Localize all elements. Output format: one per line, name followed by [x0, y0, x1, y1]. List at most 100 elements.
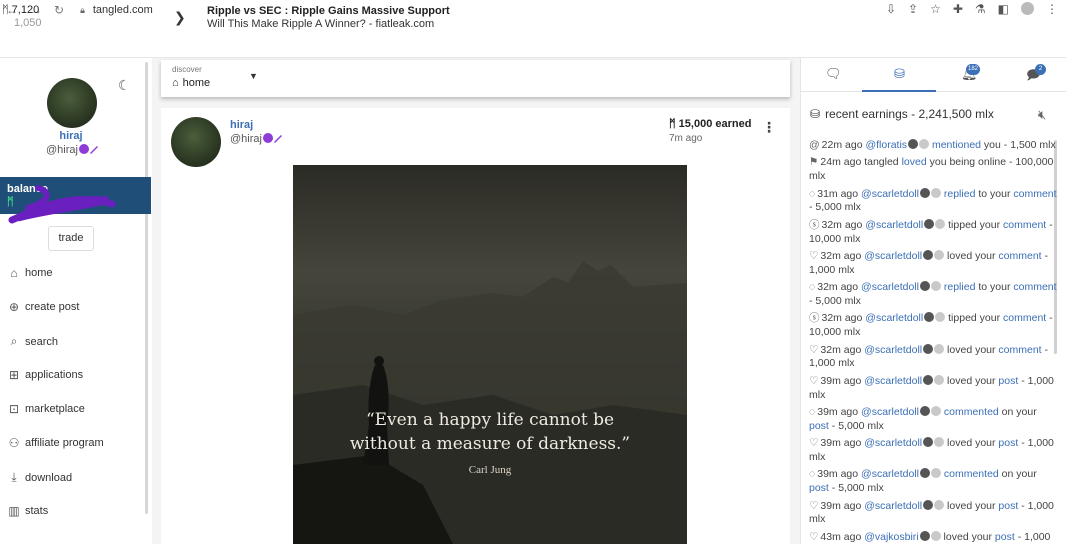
user-flair-icon — [930, 405, 941, 416]
feed-user-link[interactable]: @scarletdoll — [861, 468, 919, 480]
browser-profile-icon[interactable] — [1021, 2, 1034, 15]
feed-target-link[interactable]: comment — [998, 250, 1041, 262]
user-flair-icon — [930, 530, 941, 541]
bar-chart-icon: ▥ — [8, 504, 20, 518]
extensions-icon[interactable]: ✚ — [953, 2, 963, 16]
feed-action-link[interactable]: mentioned — [929, 139, 981, 151]
post-author-name[interactable]: hiraj — [230, 119, 253, 131]
feed-user-link[interactable]: @scarletdoll — [865, 219, 923, 231]
cart-icon: ⊡ — [8, 402, 20, 416]
feed-target-link[interactable]: post — [995, 531, 1015, 543]
verified-badge-icon — [924, 218, 935, 229]
feed-action-link[interactable]: commented — [941, 468, 999, 480]
url-text[interactable]: tangled.com — [93, 4, 153, 16]
side-panel-icon[interactable]: ◧ — [998, 2, 1009, 16]
feed-target-link[interactable]: post — [998, 375, 1018, 387]
install-icon[interactable]: ⇩ — [886, 2, 896, 16]
profile-avatar[interactable] — [47, 78, 97, 128]
feed-user-link[interactable]: @scarletdoll — [861, 281, 919, 293]
post-menu-icon[interactable]: ⋮ — [762, 120, 776, 134]
chat-tab-icon[interactable]: 🗨︎ — [825, 66, 842, 82]
feed-time: 39m ago — [817, 468, 862, 481]
nav-create-post[interactable]: ⊕ create post — [7, 300, 79, 314]
feed-user-link[interactable]: @scarletdoll — [864, 344, 922, 356]
feed-item: ◌ 31m ago @scarletdoll replied to your co… — [809, 187, 1057, 216]
feed-time: 32m ago — [821, 218, 866, 231]
feed-user-link[interactable]: @floratis — [865, 139, 907, 151]
notifications-tab-icon[interactable]: 🔔︎182 — [961, 64, 981, 82]
nav-affiliate-program[interactable]: ⚇ affiliate program — [7, 436, 104, 450]
feed-text: loved your — [944, 249, 999, 262]
feed-item: ⚑ 24m ago tangled loved you being online … — [809, 156, 1057, 184]
feed-user-link[interactable]: @scarletdoll — [864, 437, 922, 449]
feed-action-link[interactable]: replied — [941, 188, 976, 200]
feed-time: 43m ago — [820, 530, 865, 543]
nav-stats-label: stats — [25, 505, 49, 517]
news-title[interactable]: Ripple vs SEC : Ripple Gains Massive Sup… — [207, 5, 450, 17]
sidebar-scrollbar[interactable] — [145, 62, 148, 514]
nav-download[interactable]: ⤓ download — [7, 470, 72, 485]
feed-user-link[interactable]: @scarletdoll — [864, 500, 922, 512]
address-bar[interactable]: 🔒︎ tangled.com — [80, 4, 153, 16]
feed-target-link[interactable]: post — [998, 500, 1018, 512]
trade-button[interactable]: trade — [48, 226, 94, 251]
nav-search[interactable]: ⌕ search — [7, 334, 58, 349]
feed-user-link[interactable]: @scarletdoll — [864, 250, 922, 262]
chevron-right-icon[interactable]: ❯ — [174, 9, 186, 26]
post-image[interactable]: “Even a happy life cannot be without a m… — [293, 165, 687, 544]
post-handle-text: @hiraj — [230, 133, 262, 145]
moon-icon[interactable]: ☾ — [118, 77, 131, 94]
messages-tab-icon[interactable]: 🗩︎ 2 — [1026, 64, 1046, 88]
verified-badge-icon — [923, 374, 934, 385]
share-icon[interactable]: ⇪ — [908, 2, 918, 16]
nav-marketplace[interactable]: ⊡ marketplace — [7, 402, 85, 416]
verified-badge-icon — [919, 468, 930, 479]
verified-badge-icon — [78, 144, 89, 154]
ticker-price: ᛗ 7,120 — [2, 4, 40, 16]
feed-user-link[interactable]: @scarletdoll — [864, 375, 922, 387]
browser-menu-icon[interactable]: ⋮ — [1046, 2, 1058, 16]
discover-value[interactable]: ⌂ home — [172, 77, 210, 89]
feed-user-link[interactable]: @scarletdoll — [861, 188, 919, 200]
feed-target-link[interactable]: post — [998, 437, 1018, 449]
caret-down-icon[interactable]: ▼ — [249, 71, 258, 81]
feed-type-icon: ⚑ — [809, 156, 819, 169]
user-flair-icon — [930, 281, 941, 292]
feed-target-link[interactable]: comment — [1003, 219, 1046, 231]
feed-user-link[interactable]: @vajkosbiri — [864, 531, 918, 543]
feed-target-link[interactable]: comment — [1013, 281, 1056, 293]
feed-action-link[interactable]: commented — [941, 406, 999, 418]
nav-applications[interactable]: ⊞ applications — [7, 368, 83, 382]
post-author-handle: @hiraj — [230, 133, 283, 145]
feed-item: ⓢ 32m ago @scarletdoll tipped your commen… — [809, 312, 1057, 340]
earnings-title-text: recent earnings - 2,241,500 mlx — [825, 107, 994, 121]
post-author-avatar[interactable] — [171, 117, 221, 167]
feed-type-icon: ♡ — [809, 530, 819, 543]
feed-user-link[interactable]: @scarletdoll — [865, 312, 923, 324]
feed-target-link[interactable]: comment — [1003, 312, 1046, 324]
discover-label: discover — [172, 65, 202, 74]
profile-name[interactable]: hiraj — [0, 130, 142, 142]
reload-icon[interactable]: ↻ — [54, 3, 64, 17]
feed-target-link[interactable]: post — [809, 420, 829, 432]
nav-stats[interactable]: ▥ stats — [7, 504, 48, 518]
feed-text: tipped your — [945, 312, 1004, 325]
feed-target-link[interactable]: comment — [998, 344, 1041, 356]
verified-badge-icon — [919, 405, 930, 416]
feed-user-link[interactable]: @scarletdoll — [861, 406, 919, 418]
feed-item: ◌ 32m ago @scarletdoll replied to your co… — [809, 281, 1057, 309]
user-flair-icon — [934, 437, 945, 448]
feed-target-link[interactable]: comment — [1013, 188, 1056, 200]
bookmark-star-icon[interactable]: ☆ — [930, 2, 941, 16]
verified-badge-icon — [919, 187, 930, 198]
nav-home[interactable]: ⌂ home — [7, 266, 52, 280]
feed-action-link[interactable]: loved — [902, 156, 927, 168]
feed-time: 24m ago tangled — [820, 156, 902, 169]
flask-icon[interactable]: ⚗ — [975, 2, 986, 16]
feed-target-link[interactable]: post — [809, 482, 829, 494]
mute-icon[interactable]: 🔇︎ — [1038, 107, 1046, 123]
earnings-tab-icon[interactable]: ⛁ — [894, 66, 905, 82]
feed-action-link[interactable]: replied — [941, 281, 976, 293]
nav-applications-label: applications — [25, 369, 84, 381]
news-subtitle[interactable]: Will This Make Ripple A Winner? - fiatle… — [207, 18, 434, 30]
